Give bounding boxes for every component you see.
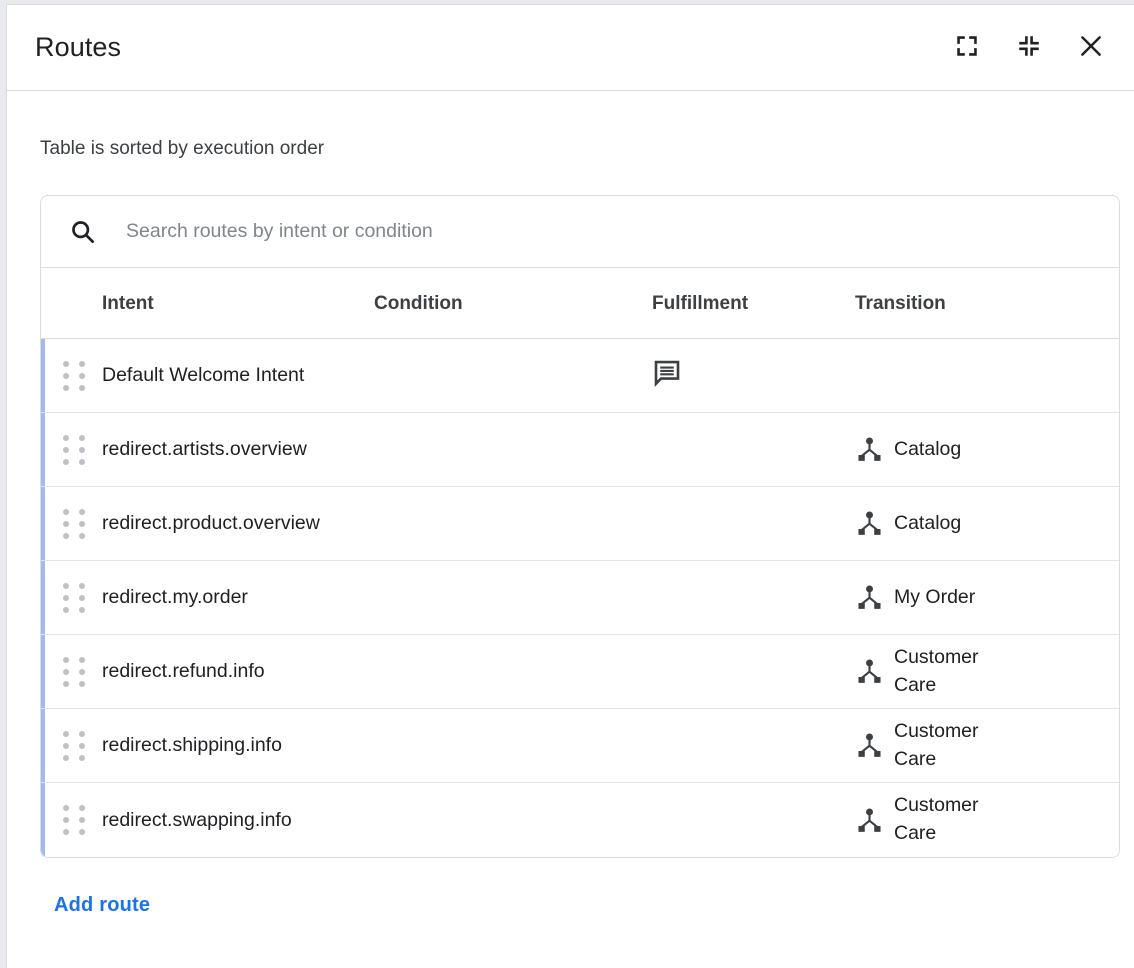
panel-body: Table is sorted by execution order Inten… xyxy=(7,91,1134,917)
table-row[interactable]: redirect.my.order My Order xyxy=(41,561,1119,635)
close-icon xyxy=(1077,32,1105,63)
transition-label: Catalog xyxy=(894,510,961,538)
table-row[interactable]: redirect.refund.info Customer Care xyxy=(41,635,1119,709)
column-header-transition: Transition xyxy=(855,294,1119,313)
transition-label: Customer Care xyxy=(894,792,1024,847)
cell-transition: Customer Care xyxy=(855,718,1119,773)
drag-handle-icon xyxy=(63,657,85,687)
cell-intent: redirect.refund.info xyxy=(102,657,374,686)
table-header-row: Intent Condition Fulfillment Transition xyxy=(41,268,1119,339)
message-icon xyxy=(652,358,682,393)
drag-handle[interactable] xyxy=(45,361,102,391)
cell-intent: redirect.product.overview xyxy=(102,509,374,538)
table-row[interactable]: Default Welcome Intent xyxy=(41,339,1119,413)
close-button[interactable] xyxy=(1074,31,1108,65)
titlebar-actions xyxy=(950,31,1108,65)
search-input[interactable] xyxy=(126,220,1119,243)
cell-intent: Default Welcome Intent xyxy=(102,361,374,390)
cell-transition: Catalog xyxy=(855,436,1119,464)
cell-transition: Customer Care xyxy=(855,644,1119,699)
cell-intent: redirect.artists.overview xyxy=(102,435,374,464)
drag-handle-icon xyxy=(63,805,85,835)
cell-transition: Catalog xyxy=(855,510,1119,538)
table-row[interactable]: redirect.shipping.info Customer Care xyxy=(41,709,1119,783)
search-row xyxy=(41,196,1119,268)
drag-handle-icon xyxy=(63,731,85,761)
flow-node-icon xyxy=(855,510,883,538)
drag-handle[interactable] xyxy=(45,731,102,761)
drag-handle-icon xyxy=(63,509,85,539)
cell-intent: redirect.my.order xyxy=(102,583,374,612)
fullscreen-icon xyxy=(954,33,980,62)
table-row[interactable]: redirect.product.overview Catalog xyxy=(41,487,1119,561)
routes-table-card: Intent Condition Fulfillment Transition … xyxy=(40,195,1120,858)
drag-handle[interactable] xyxy=(45,509,102,539)
cell-transition: My Order xyxy=(855,584,1119,612)
routes-panel: Routes xyxy=(6,4,1134,968)
fullscreen-button[interactable] xyxy=(950,31,984,65)
sort-notice: Table is sorted by execution order xyxy=(40,91,1113,158)
cell-transition: Customer Care xyxy=(855,792,1119,847)
cell-intent: redirect.swapping.info xyxy=(102,806,374,835)
flow-node-icon xyxy=(855,436,883,464)
collapse-icon xyxy=(1016,33,1042,62)
drag-handle-icon xyxy=(63,361,85,391)
flow-node-icon xyxy=(855,658,883,686)
search-icon xyxy=(67,217,97,247)
transition-label: Catalog xyxy=(894,436,961,464)
flow-node-icon xyxy=(855,806,883,834)
transition-label: My Order xyxy=(894,584,975,612)
drag-handle[interactable] xyxy=(45,435,102,465)
column-header-fulfillment: Fulfillment xyxy=(652,294,855,313)
drag-handle[interactable] xyxy=(45,657,102,687)
table-row[interactable]: redirect.artists.overview Catalog xyxy=(41,413,1119,487)
drag-handle[interactable] xyxy=(45,583,102,613)
column-header-condition: Condition xyxy=(374,294,652,313)
flow-node-icon xyxy=(855,732,883,760)
drag-handle-icon xyxy=(63,583,85,613)
cell-intent: redirect.shipping.info xyxy=(102,731,374,760)
collapse-button[interactable] xyxy=(1012,31,1046,65)
drag-handle-icon xyxy=(63,435,85,465)
drag-handle[interactable] xyxy=(45,805,102,835)
table-body: Default Welcome Intent redirect.artists.o… xyxy=(41,339,1119,857)
transition-label: Customer Care xyxy=(894,644,1024,699)
flow-node-icon xyxy=(855,584,883,612)
column-header-intent: Intent xyxy=(102,294,374,313)
panel-titlebar: Routes xyxy=(7,5,1134,91)
add-route-link[interactable]: Add route xyxy=(54,894,150,917)
transition-label: Customer Care xyxy=(894,718,1024,773)
page-title: Routes xyxy=(35,34,121,61)
table-row[interactable]: redirect.swapping.info Customer Care xyxy=(41,783,1119,857)
cell-fulfillment xyxy=(652,358,855,393)
